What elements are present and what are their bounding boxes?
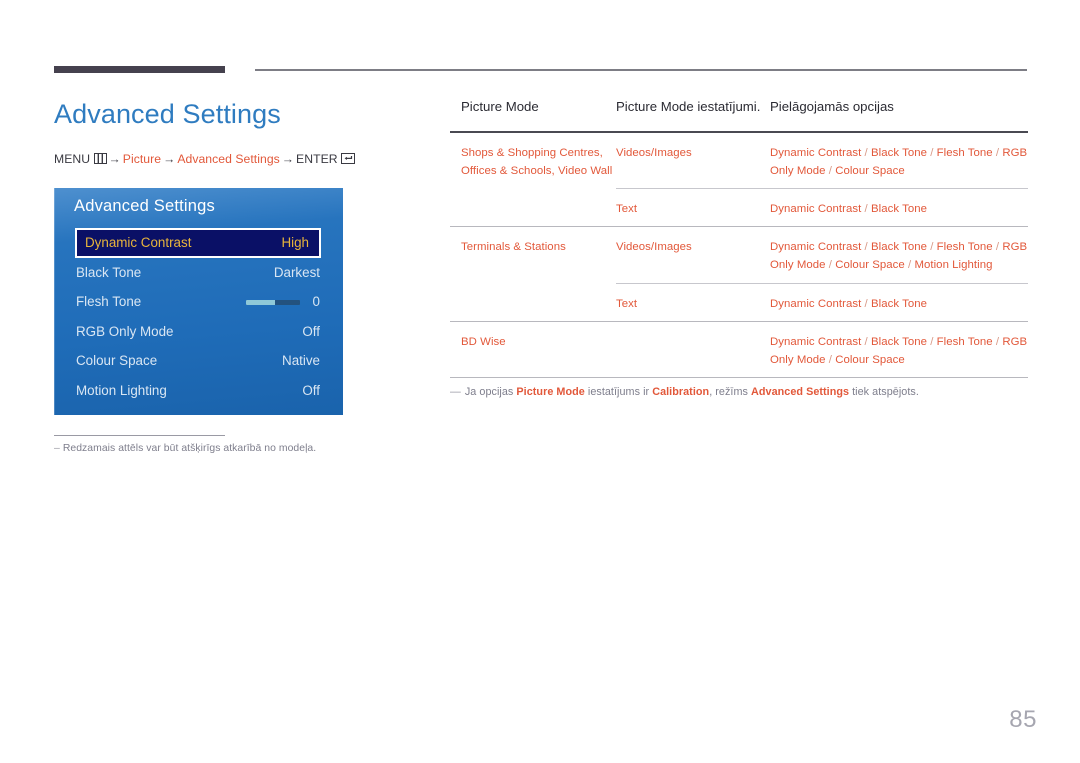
table-header-picture-mode-settings: Picture Mode iestatījumi. (616, 99, 761, 114)
breadcrumb: MENU → Picture → Advanced Settings → ENTER (54, 152, 356, 166)
table-footnote: — Ja opcijas Picture Mode iestatījums ir … (450, 376, 1028, 398)
left-footnote: – Redzamais attēls var būt atšķirīgs atka… (54, 435, 384, 454)
breadcrumb-step-picture: Picture (122, 152, 162, 166)
mode-text: Terminals & Stations (461, 241, 566, 254)
header-rule-thick (54, 66, 225, 73)
options-text: Dynamic Contrast / Black Tone (770, 203, 927, 216)
osd-item-flesh-tone[interactable]: Flesh Tone 0 (54, 287, 343, 317)
footnote-body: Redzamais attēls var būt atšķirīgs atkar… (62, 443, 317, 455)
osd-item-value: High (281, 235, 309, 251)
osd-item-value-group: 0 (245, 294, 320, 310)
header-rule-thin (255, 69, 1027, 71)
slider-track (245, 300, 300, 306)
breadcrumb-enter-label: ENTER (296, 152, 338, 166)
osd-item-rgb-only-mode[interactable]: RGB Only Mode Off (54, 317, 343, 347)
page-number: 85 (1009, 706, 1037, 733)
manual-page: Advanced Settings MENU → Picture → Advanced… (0, 0, 1080, 763)
table-cell-setting (616, 322, 770, 377)
table-group-bd-wise: BD Wise Dynamic Contrast / Black Tone / … (450, 320, 1028, 377)
osd-item-label: Motion Lighting (76, 382, 167, 398)
osd-item-label: Black Tone (76, 264, 142, 280)
table-cell-options: Dynamic Contrast / Black Tone (770, 284, 1028, 321)
footnote-part-3: , režīms (709, 385, 752, 398)
footnote-part-1: Ja opcijas (464, 385, 517, 398)
breadcrumb-step-advanced-settings: Advanced Settings (177, 152, 280, 166)
options-text: Dynamic Contrast / Black Tone / Flesh To… (770, 335, 1028, 366)
table-row: Text Dynamic Contrast / Black Tone (616, 188, 1028, 226)
table-subrows: Videos/Images Dynamic Contrast / Black T… (616, 133, 1028, 226)
osd-item-value: Darkest (273, 264, 320, 280)
osd-item-dynamic-contrast[interactable]: Dynamic Contrast High (75, 228, 321, 258)
table-subrows: Videos/Images Dynamic Contrast / Black T… (616, 227, 1028, 320)
table-row: Text Dynamic Contrast / Black Tone (616, 282, 1028, 321)
table-row: Videos/Images Dynamic Contrast / Black T… (616, 133, 1028, 188)
table-header-row: Picture Mode Picture Mode iestatījumi. P… (450, 98, 1028, 133)
osd-item-value: Native (282, 353, 320, 369)
slider-fill (245, 300, 276, 306)
table-cell-options: Dynamic Contrast / Black Tone (770, 189, 1028, 226)
breadcrumb-arrow-2: → (163, 152, 176, 166)
table-cell-options: Dynamic Contrast / Black Tone / Flesh To… (770, 322, 1028, 377)
options-text: Dynamic Contrast / Black Tone / Flesh To… (770, 241, 1028, 272)
osd-item-motion-lighting[interactable]: Motion Lighting Off (54, 376, 343, 406)
picture-mode-table: Picture Mode Picture Mode iestatījumi. P… (450, 98, 1028, 398)
footnote-dash: — (450, 385, 461, 398)
mode-text: Shops & Shopping Centres, Offices & Scho… (461, 146, 613, 177)
osd-item-label: RGB Only Mode (76, 323, 174, 339)
table-footnote-text: — Ja opcijas Picture Mode iestatījums ir … (450, 386, 1028, 398)
table-subrows: Dynamic Contrast / Black Tone / Flesh To… (616, 322, 1028, 377)
table-body: Shops & Shopping Centres, Offices & Scho… (450, 133, 1028, 377)
footnote-bold-advanced-settings: Advanced Settings (751, 385, 850, 398)
table-cell-setting: Videos/Images (616, 227, 770, 282)
table-cell-setting: Text (616, 189, 770, 226)
osd-item-label: Flesh Tone (76, 294, 142, 310)
setting-text: Videos/Images (616, 241, 692, 254)
table-row: Dynamic Contrast / Black Tone / Flesh To… (616, 322, 1028, 377)
osd-item-black-tone[interactable]: Black Tone Darkest (54, 258, 343, 288)
table-cell-options: Dynamic Contrast / Black Tone / Flesh To… (770, 133, 1028, 188)
page-title: Advanced Settings (54, 99, 281, 129)
table-group-shops: Shops & Shopping Centres, Offices & Scho… (450, 133, 1028, 226)
osd-item-colour-space[interactable]: Colour Space Native (54, 346, 343, 376)
table-header-picture-mode: Picture Mode (461, 99, 539, 114)
options-text: Dynamic Contrast / Black Tone / Flesh To… (770, 146, 1028, 177)
osd-menu-list: Dynamic Contrast High Black Tone Darkest… (54, 228, 343, 405)
table-cell-setting: Text (616, 284, 770, 321)
table-cell-mode: Shops & Shopping Centres, Offices & Scho… (450, 133, 616, 226)
osd-item-label: Colour Space (76, 353, 158, 369)
setting-text: Text (616, 203, 638, 216)
breadcrumb-menu-label: MENU (54, 152, 91, 166)
left-footnote-text: – Redzamais attēls var būt atšķirīgs atka… (54, 443, 384, 454)
osd-panel: Advanced Settings Dynamic Contrast High … (54, 188, 343, 415)
flesh-tone-slider[interactable] (245, 300, 300, 306)
table-cell-mode: Terminals & Stations (450, 227, 616, 320)
osd-panel-title: Advanced Settings (74, 197, 215, 215)
breadcrumb-arrow-1: → (108, 152, 121, 166)
osd-item-value: Off (302, 323, 320, 339)
footnote-dash: – (54, 443, 60, 455)
footnote-part-4: tiek atspējots. (849, 385, 919, 398)
enter-key-icon (341, 153, 356, 164)
osd-item-value: Off (302, 382, 320, 398)
footnote-bold-picture-mode: Picture Mode (516, 385, 585, 398)
table-cell-options: Dynamic Contrast / Black Tone / Flesh To… (770, 227, 1028, 282)
table-header-adjustable-options: Pielāgojamās opcijas (770, 99, 894, 114)
setting-text: Videos/Images (616, 146, 692, 159)
footnote-bold-calibration: Calibration (652, 385, 710, 398)
table-row: Videos/Images Dynamic Contrast / Black T… (616, 227, 1028, 282)
left-footnote-rule (54, 435, 225, 437)
menu-grid-icon (93, 153, 107, 164)
footnote-part-2: iestatījums ir (584, 385, 653, 398)
table-cell-setting: Videos/Images (616, 133, 770, 188)
breadcrumb-arrow-3: → (281, 152, 295, 166)
table-cell-mode: BD Wise (450, 322, 616, 377)
options-text: Dynamic Contrast / Black Tone (770, 297, 927, 310)
setting-text: Text (616, 297, 638, 310)
osd-item-label: Dynamic Contrast (85, 235, 192, 251)
table-group-terminals: Terminals & Stations Videos/Images Dynam… (450, 226, 1028, 320)
mode-text: BD Wise (461, 335, 506, 348)
osd-item-value: 0 (312, 294, 320, 310)
